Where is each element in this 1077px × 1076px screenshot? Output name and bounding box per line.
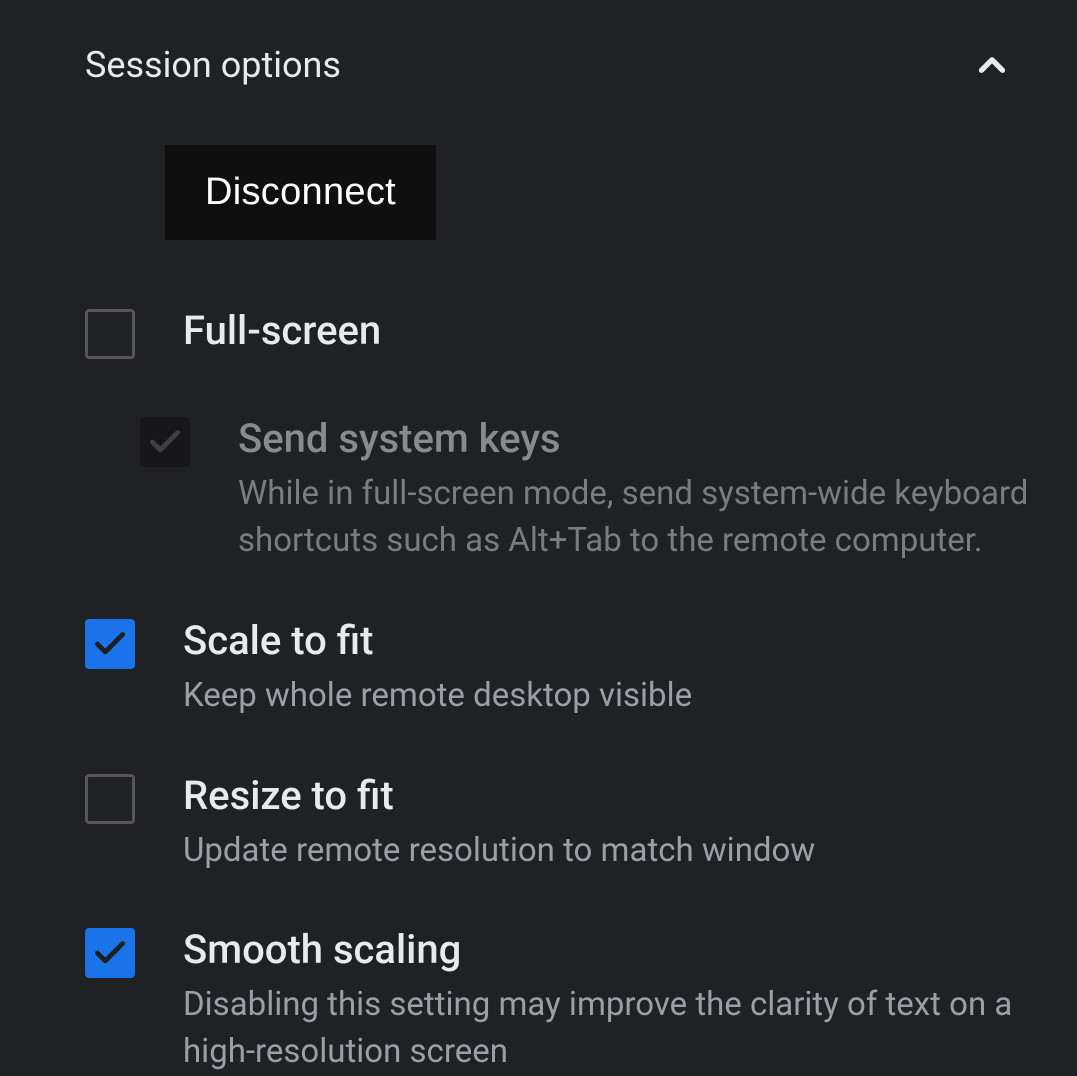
send-system-keys-text: Send system keys While in full-screen mo… <box>238 413 1037 565</box>
send-system-keys-checkbox <box>140 417 190 467</box>
resize-to-fit-text: Resize to fit Update remote resolution t… <box>183 770 1037 875</box>
smooth-scaling-text: Smooth scaling Disabling this setting ma… <box>183 924 1037 1076</box>
section-header: Session options <box>0 40 1077 90</box>
scale-to-fit-text: Scale to fit Keep whole remote desktop v… <box>183 615 1037 720</box>
scale-to-fit-checkbox[interactable] <box>85 619 135 669</box>
scale-to-fit-label: Scale to fit <box>183 615 1037 667</box>
resize-to-fit-label: Resize to fit <box>183 770 1037 822</box>
section-title: Session options <box>85 44 341 86</box>
fullscreen-text: Full-screen <box>183 305 1037 363</box>
fullscreen-checkbox[interactable] <box>85 309 135 359</box>
fullscreen-option: Full-screen <box>0 305 1077 363</box>
smooth-scaling-description: Disabling this setting may improve the c… <box>183 982 1037 1076</box>
resize-to-fit-checkbox[interactable] <box>85 774 135 824</box>
chevron-up-icon[interactable] <box>967 40 1017 90</box>
send-system-keys-description: While in full-screen mode, send system-w… <box>238 471 1037 565</box>
smooth-scaling-option: Smooth scaling Disabling this setting ma… <box>0 924 1077 1076</box>
scale-to-fit-option: Scale to fit Keep whole remote desktop v… <box>0 615 1077 720</box>
resize-to-fit-option: Resize to fit Update remote resolution t… <box>0 770 1077 875</box>
send-system-keys-option: Send system keys While in full-screen mo… <box>0 413 1077 565</box>
send-system-keys-label: Send system keys <box>238 413 1037 465</box>
disconnect-button[interactable]: Disconnect <box>165 145 436 240</box>
scale-to-fit-description: Keep whole remote desktop visible <box>183 673 1037 720</box>
resize-to-fit-description: Update remote resolution to match window <box>183 828 1037 875</box>
smooth-scaling-label: Smooth scaling <box>183 924 1037 976</box>
smooth-scaling-checkbox[interactable] <box>85 928 135 978</box>
fullscreen-label: Full-screen <box>183 305 1037 357</box>
